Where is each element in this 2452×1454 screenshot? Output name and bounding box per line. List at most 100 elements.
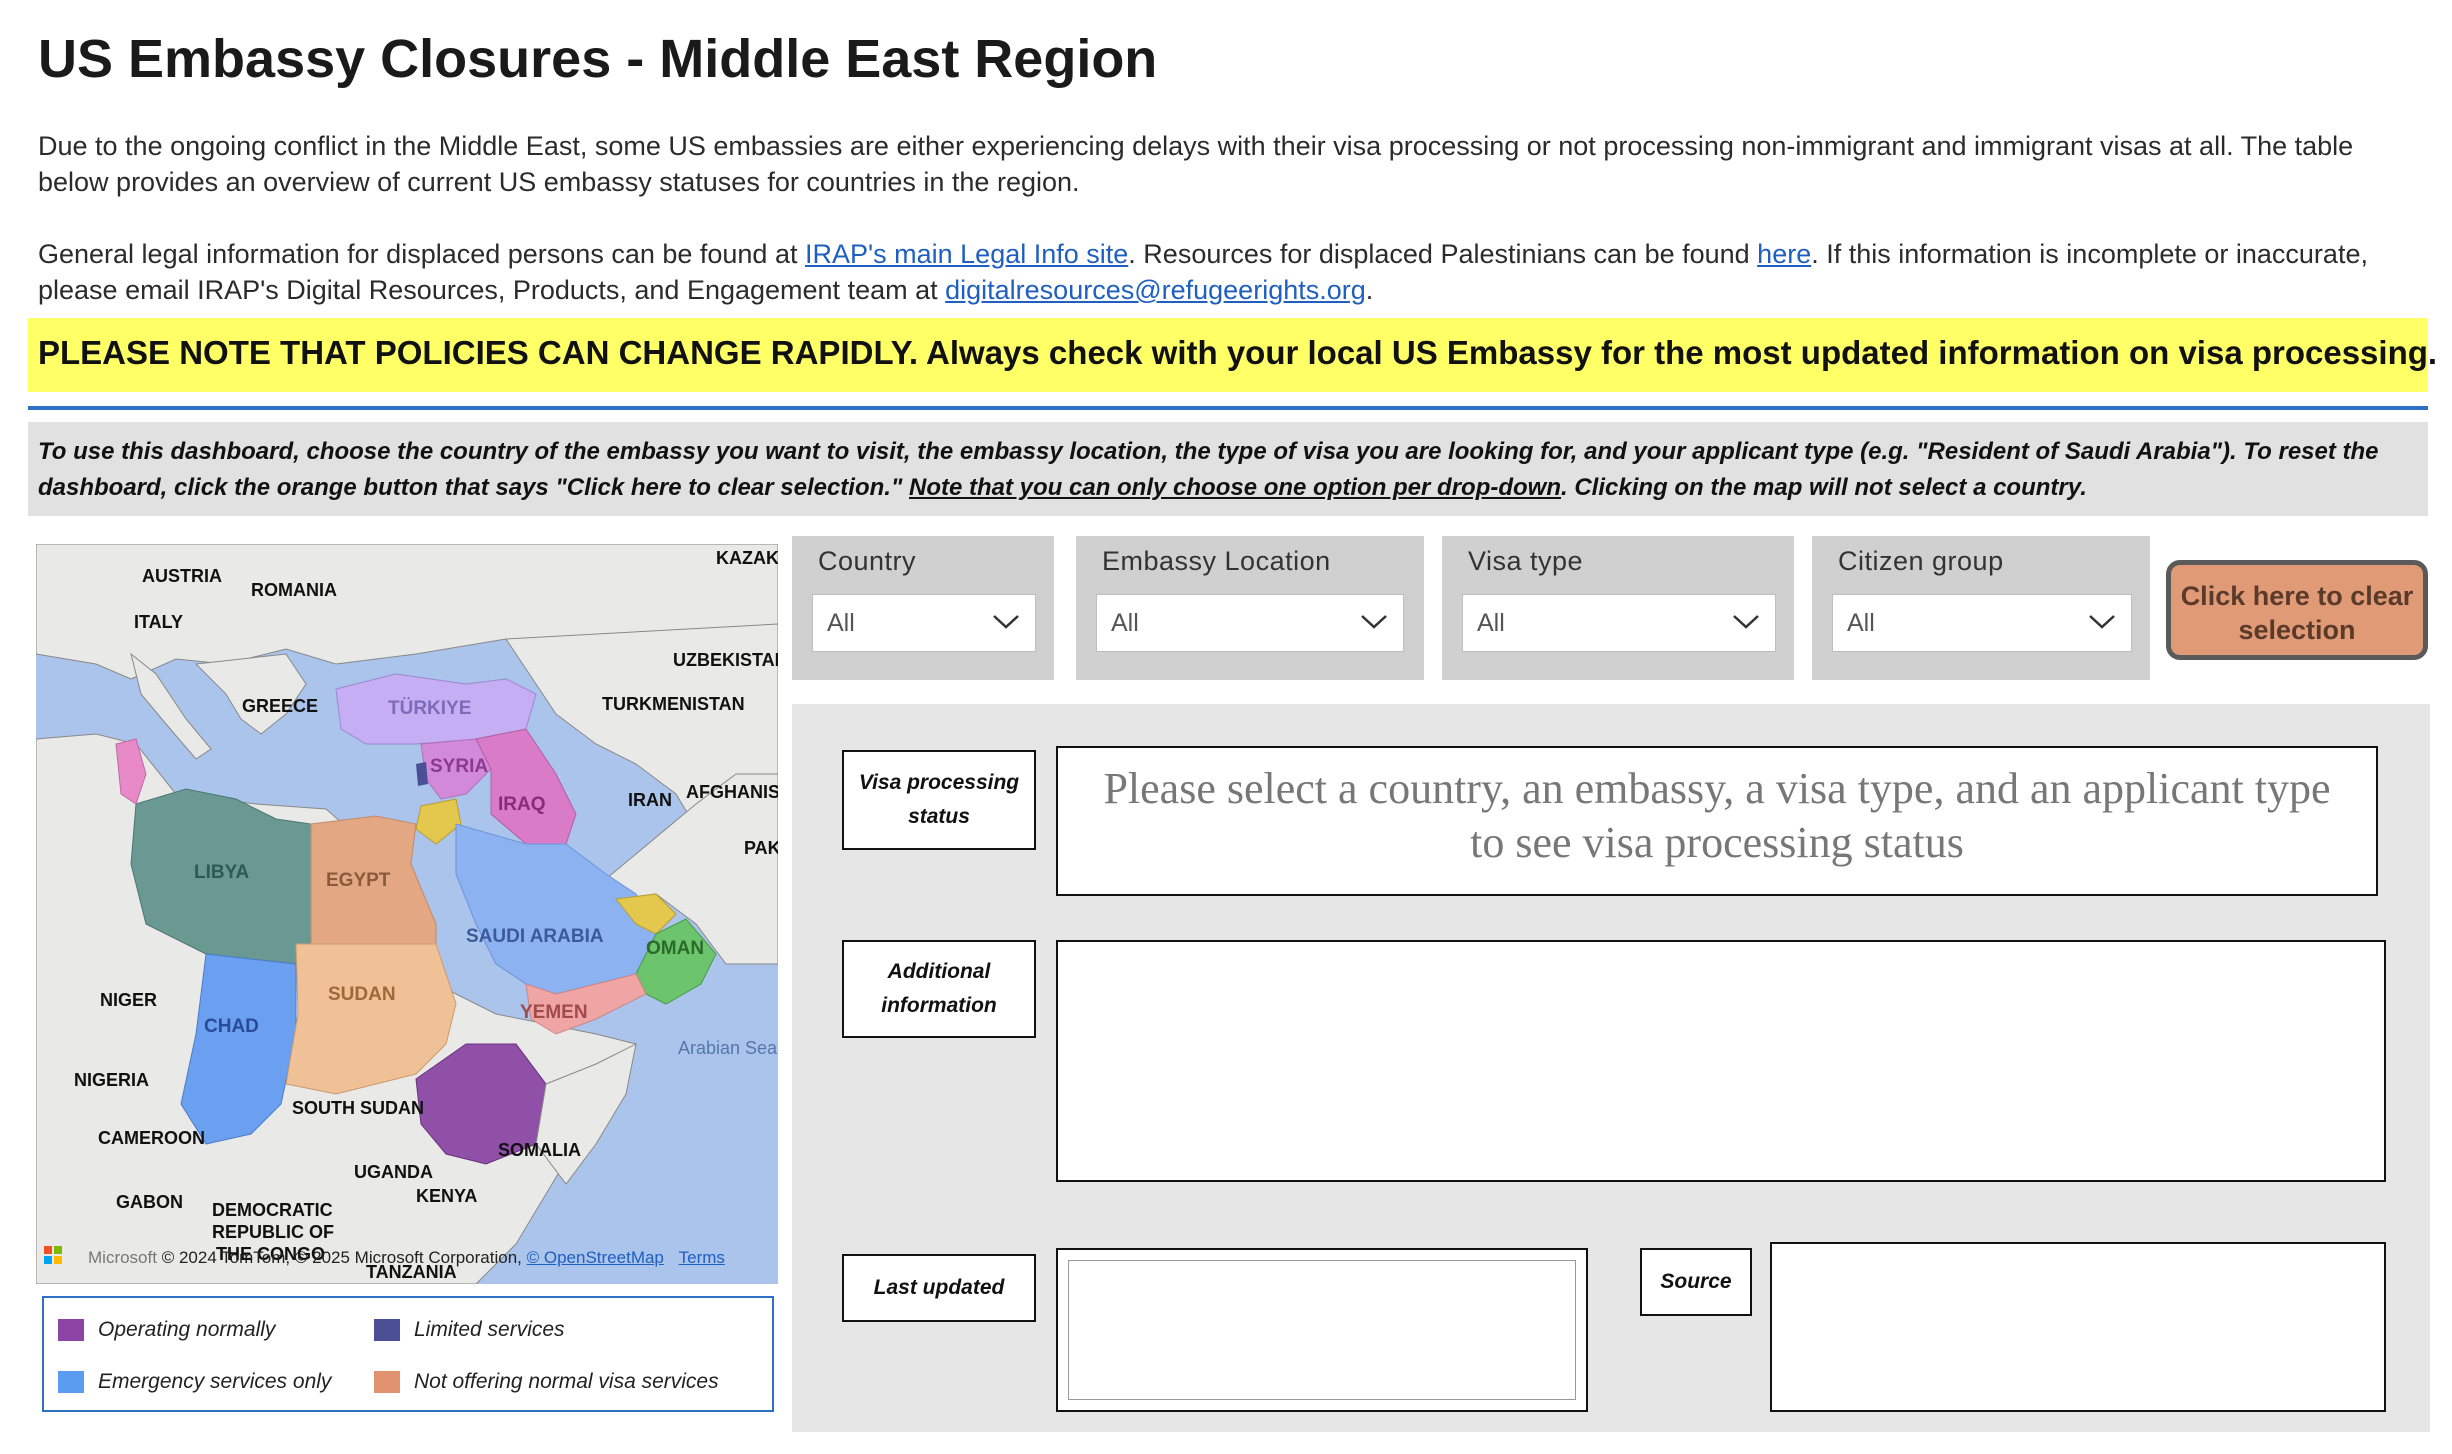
chevron-down-icon: [993, 615, 1019, 629]
chevron-down-icon: [1733, 615, 1759, 629]
palestinian-resources-link[interactable]: here: [1757, 239, 1811, 269]
visa-type-dropdown[interactable]: All: [1462, 594, 1776, 652]
map-label-arabian-sea: Arabian Sea: [678, 1038, 778, 1058]
status-message-line-1: Please select a country, an embassy, a v…: [1103, 764, 2331, 813]
legend-swatch: [374, 1319, 400, 1341]
email-link[interactable]: digitalresources@refugeerights.org: [945, 275, 1366, 305]
map-label-austria: AUSTRIA: [142, 566, 222, 586]
legal-info-paragraph: General legal information for displaced …: [38, 236, 2418, 308]
map-label-romania: ROMANIA: [251, 580, 337, 600]
map-label-afghanistan: AFGHANIS: [686, 782, 778, 802]
iraq-shape: [475, 728, 577, 845]
visa-processing-status-label: Visa processing status: [842, 750, 1036, 850]
map-label-italy: ITALY: [134, 612, 183, 632]
legal-text-4: .: [1365, 275, 1374, 305]
divider: [28, 406, 2428, 410]
map-label-uganda: UGANDA: [354, 1162, 433, 1182]
osm-link[interactable]: © OpenStreetMap: [527, 1248, 664, 1267]
policy-notice-banner: PLEASE NOTE THAT POLICIES CAN CHANGE RAP…: [28, 318, 2437, 392]
map-label-cameroon: CAMEROON: [98, 1128, 205, 1148]
embassy-slicer-title: Embassy Location: [1102, 546, 1331, 576]
country-dropdown-value: All: [827, 609, 855, 637]
legend-swatch: [374, 1371, 400, 1393]
legal-text-2: . Resources for displaced Palestinians c…: [1128, 239, 1758, 269]
map-label-oman: OMAN: [646, 938, 704, 959]
legend-item: Not offering normal visa services: [374, 1370, 719, 1394]
embassy-dropdown[interactable]: All: [1096, 594, 1404, 652]
region-map[interactable]: KAZAK AUSTRIA ROMANIA ITALY UZBEKISTAN G…: [36, 544, 778, 1284]
map-label-chad: CHAD: [204, 1016, 259, 1037]
label-line: status: [908, 805, 970, 828]
terms-link[interactable]: Terms: [679, 1248, 725, 1267]
map-label-sudan: SUDAN: [328, 984, 396, 1005]
map-attribution: Microsoft © 2024 TomTom, © 2025 Microsof…: [88, 1248, 725, 1268]
map-label-iran: IRAN: [628, 790, 672, 810]
map-canvas: KAZAK AUSTRIA ROMANIA ITALY UZBEKISTAN G…: [36, 544, 778, 1284]
instructions-box: To use this dashboard, choose the countr…: [28, 422, 2428, 516]
map-label-nigeria: NIGERIA: [74, 1070, 149, 1090]
clear-button-line-2: selection: [2238, 615, 2356, 645]
country-dropdown[interactable]: All: [812, 594, 1036, 652]
map-label-drc-2: REPUBLIC OF: [212, 1222, 334, 1242]
legend-label: Operating normally: [98, 1318, 276, 1341]
visa-status-message-box: Please select a country, an embassy, a v…: [1056, 746, 2378, 896]
embassy-slicer: Embassy Location All: [1076, 536, 1424, 680]
citizen-group-slicer: Citizen group All: [1812, 536, 2150, 680]
clear-selection-button[interactable]: Click here to clear selection: [2166, 560, 2428, 660]
visa-type-slicer-title: Visa type: [1468, 546, 1584, 576]
map-label-drc-1: DEMOCRATIC: [212, 1200, 333, 1220]
label-line: Additional: [887, 960, 991, 983]
legend-item: Operating normally: [58, 1318, 275, 1342]
map-label-south-sudan: SOUTH SUDAN: [292, 1098, 424, 1118]
jordan-shape: [415, 798, 462, 845]
additional-information-box: [1056, 940, 2386, 1182]
instructions-text-2: . Clicking on the map will not select a …: [1561, 474, 2087, 501]
map-label-somalia: SOMALIA: [498, 1140, 581, 1160]
additional-information-label: Additional information: [842, 940, 1036, 1038]
visa-type-slicer: Visa type All: [1442, 536, 1794, 680]
status-message-line-2: to see visa processing status: [1470, 818, 1964, 867]
last-updated-box: [1056, 1248, 1588, 1412]
map-label-turkmenistan: TURKMENISTAN: [602, 694, 745, 714]
citizen-group-slicer-title: Citizen group: [1838, 546, 2004, 576]
map-label-kazak: KAZAK: [716, 548, 778, 568]
label-line: Visa processing: [858, 771, 1020, 794]
chevron-down-icon: [1361, 615, 1387, 629]
land-italy: [130, 652, 212, 760]
legend-item: Emergency services only: [58, 1370, 331, 1394]
legend-swatch: [58, 1319, 84, 1341]
irap-legal-info-link[interactable]: IRAP's main Legal Info site: [805, 239, 1128, 269]
visa-type-dropdown-value: All: [1477, 609, 1505, 637]
instructions-note: Note that you can only choose one option…: [909, 474, 1561, 501]
citizen-group-dropdown[interactable]: All: [1832, 594, 2132, 652]
citizen-group-dropdown-value: All: [1847, 609, 1875, 637]
legend-label: Limited services: [414, 1318, 565, 1341]
map-label-saudi: SAUDI ARABIA: [466, 926, 604, 947]
country-slicer: Country All: [792, 536, 1054, 680]
map-label-turkiye: TÜRKIYE: [388, 698, 471, 719]
microsoft-brand: Microsoft: [88, 1248, 157, 1267]
country-slicer-title: Country: [818, 546, 917, 576]
last-updated-inner: [1068, 1260, 1576, 1400]
last-updated-label: Last updated: [842, 1254, 1036, 1322]
map-label-yemen: YEMEN: [520, 1002, 588, 1023]
map-label-niger: NIGER: [100, 990, 157, 1010]
map-label-kenya: KENYA: [416, 1186, 477, 1206]
map-label-iraq: IRAQ: [498, 794, 546, 815]
land-balkans-greece: [194, 653, 307, 735]
attribution-text: © 2024 TomTom, © 2025 Microsoft Corporat…: [161, 1248, 522, 1267]
map-label-greece: GREECE: [242, 696, 318, 716]
microsoft-logo-icon: [44, 1246, 62, 1264]
map-label-pak: PAK: [744, 838, 778, 858]
chevron-down-icon: [2089, 615, 2115, 629]
page-title: US Embassy Closures - Middle East Region: [38, 29, 1158, 89]
source-box: [1770, 1242, 2386, 1412]
map-label-egypt: EGYPT: [326, 870, 391, 891]
label-line: information: [881, 994, 997, 1017]
source-label: Source: [1640, 1248, 1752, 1316]
legend-swatch: [58, 1371, 84, 1393]
legal-text-1: General legal information for displaced …: [38, 239, 805, 269]
map-label-syria: SYRIA: [430, 756, 488, 777]
legend-item: Limited services: [374, 1318, 565, 1342]
legend-label: Emergency services only: [98, 1370, 332, 1393]
